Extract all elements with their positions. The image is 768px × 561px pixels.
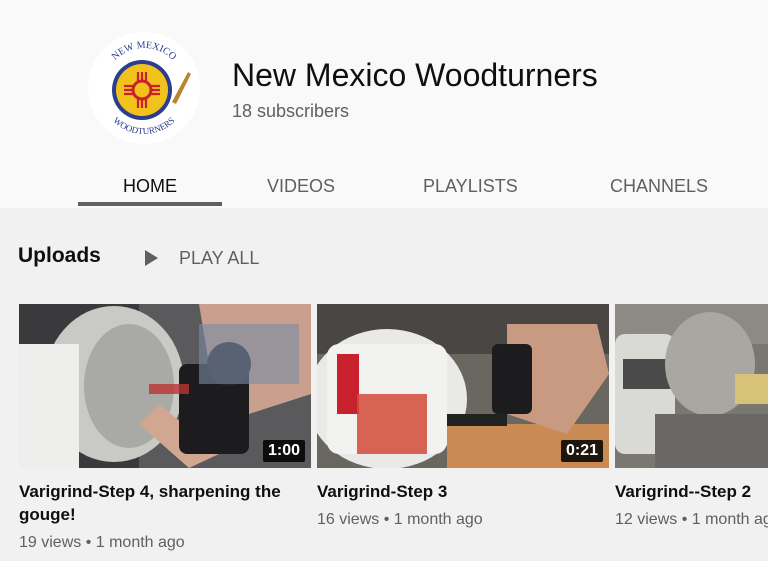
video-card[interactable]: 0:21 Varigrind-Step 3 16 views • 1 month… xyxy=(317,304,609,529)
video-duration: 1:00 xyxy=(262,440,305,462)
play-all-label: PLAY ALL xyxy=(179,247,260,268)
play-all-button[interactable]: PLAY ALL xyxy=(145,244,259,272)
tab-videos[interactable]: VIDEOS xyxy=(267,176,335,197)
tab-playlists[interactable]: PLAYLISTS xyxy=(423,176,518,197)
video-title[interactable]: Varigrind-Step 3 xyxy=(317,480,609,503)
channel-avatar[interactable]: NEW MEXICO WOODTURNERS xyxy=(88,32,200,144)
video-meta: 12 views • 1 month ago xyxy=(615,511,768,528)
video-card[interactable]: 1:00 Varigrind-Step 4, sharpening the go… xyxy=(19,304,311,552)
active-tab-indicator xyxy=(78,202,222,206)
video-meta: 19 views • 1 month ago xyxy=(19,534,185,551)
channel-name: New Mexico Woodturners xyxy=(232,57,598,93)
channel-logo: NEW MEXICO WOODTURNERS xyxy=(89,33,199,143)
uploads-section: Uploads PLAY ALL 1:00 Varigrind-Step 4, … xyxy=(0,208,768,561)
play-icon xyxy=(145,250,158,266)
section-title: Uploads xyxy=(18,244,101,267)
tab-home[interactable]: HOME xyxy=(123,176,177,197)
video-title[interactable]: Varigrind-Step 4, sharpening the gouge! xyxy=(19,480,311,526)
tab-channels[interactable]: CHANNELS xyxy=(610,176,708,197)
video-card[interactable]: Varigrind--Step 2 12 views • 1 month ago xyxy=(615,304,768,529)
video-thumbnail[interactable]: 1:00 xyxy=(19,304,311,468)
video-thumbnail[interactable] xyxy=(615,304,768,468)
subscriber-count: 18 subscribers xyxy=(232,101,350,121)
thumbnail-image xyxy=(615,304,768,468)
video-thumbnail[interactable]: 0:21 xyxy=(317,304,609,468)
channel-header: NEW MEXICO WOODTURNERS New Mexico Woodtu… xyxy=(10,10,768,208)
video-meta: 16 views • 1 month ago xyxy=(317,511,483,528)
video-title[interactable]: Varigrind--Step 2 xyxy=(615,480,768,503)
video-duration: 0:21 xyxy=(560,440,603,462)
